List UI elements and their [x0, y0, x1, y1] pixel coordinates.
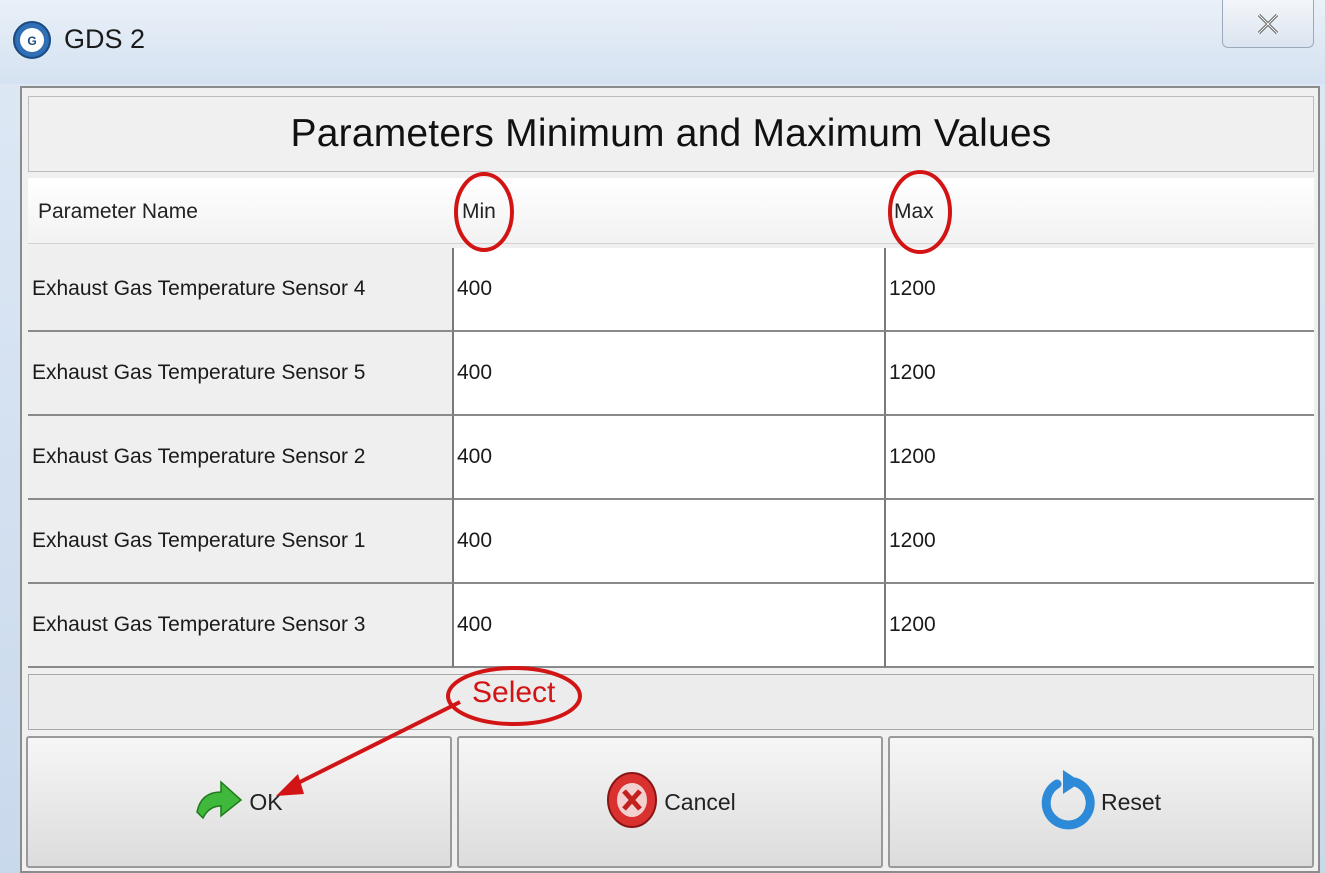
reset-button[interactable]: Reset — [888, 736, 1314, 868]
green-arrow-icon — [195, 778, 245, 827]
parameter-name-cell: Exhaust Gas Temperature Sensor 3 — [28, 584, 454, 668]
max-value-field[interactable]: 1200 — [886, 332, 1314, 416]
gds-logo-icon: G — [12, 20, 52, 60]
title-bar: G GDS 2 — [0, 0, 1325, 84]
min-value-field[interactable]: 400 — [454, 584, 886, 668]
svg-text:G: G — [27, 34, 36, 48]
window-title: GDS 2 — [64, 24, 146, 54]
cancel-icon — [604, 771, 660, 834]
column-header-min[interactable]: Min — [462, 200, 496, 224]
close-button[interactable] — [1222, 0, 1314, 48]
column-header-max[interactable]: Max — [894, 200, 934, 224]
parameter-name-cell: Exhaust Gas Temperature Sensor 2 — [28, 416, 454, 500]
column-header-name[interactable]: Parameter Name — [38, 200, 198, 224]
table-row: Exhaust Gas Temperature Sensor 2 400 120… — [28, 416, 1314, 500]
close-icon — [1257, 13, 1279, 35]
table-row: Exhaust Gas Temperature Sensor 5 400 120… — [28, 332, 1314, 416]
parameter-name-cell: Exhaust Gas Temperature Sensor 4 — [28, 248, 454, 332]
heading-box: Parameters Minimum and Maximum Values — [28, 96, 1314, 172]
min-value-field[interactable]: 400 — [454, 416, 886, 500]
status-strip — [28, 674, 1314, 730]
max-value-field[interactable]: 1200 — [886, 248, 1314, 332]
parameter-name-cell: Exhaust Gas Temperature Sensor 1 — [28, 500, 454, 584]
dialog-heading: Parameters Minimum and Maximum Values — [290, 112, 1052, 155]
grid-header: Parameter Name Min Max — [28, 178, 1314, 244]
reset-button-label: Reset — [1100, 788, 1162, 815]
max-value-field[interactable]: 1200 — [886, 500, 1314, 584]
min-value-field[interactable]: 400 — [454, 500, 886, 584]
cancel-button-label: Cancel — [664, 788, 736, 815]
table-row: Exhaust Gas Temperature Sensor 3 400 120… — [28, 584, 1314, 668]
parameter-name-cell: Exhaust Gas Temperature Sensor 5 — [28, 332, 454, 416]
select-annotation-label: Select — [472, 676, 556, 709]
cancel-button[interactable]: Cancel — [457, 736, 883, 868]
ok-button-label: OK — [249, 788, 283, 815]
max-value-field[interactable]: 1200 — [886, 416, 1314, 500]
table-row: Exhaust Gas Temperature Sensor 4 400 120… — [28, 248, 1314, 332]
ok-button[interactable]: OK — [26, 736, 452, 868]
table-row: Exhaust Gas Temperature Sensor 1 400 120… — [28, 500, 1314, 584]
reset-icon — [1041, 768, 1097, 837]
gds2-window: G GDS 2 Parameters Minimum and Maximum V… — [0, 0, 1325, 873]
max-value-field[interactable]: 1200 — [886, 584, 1314, 668]
min-value-field[interactable]: 400 — [454, 332, 886, 416]
min-value-field[interactable]: 400 — [454, 248, 886, 332]
